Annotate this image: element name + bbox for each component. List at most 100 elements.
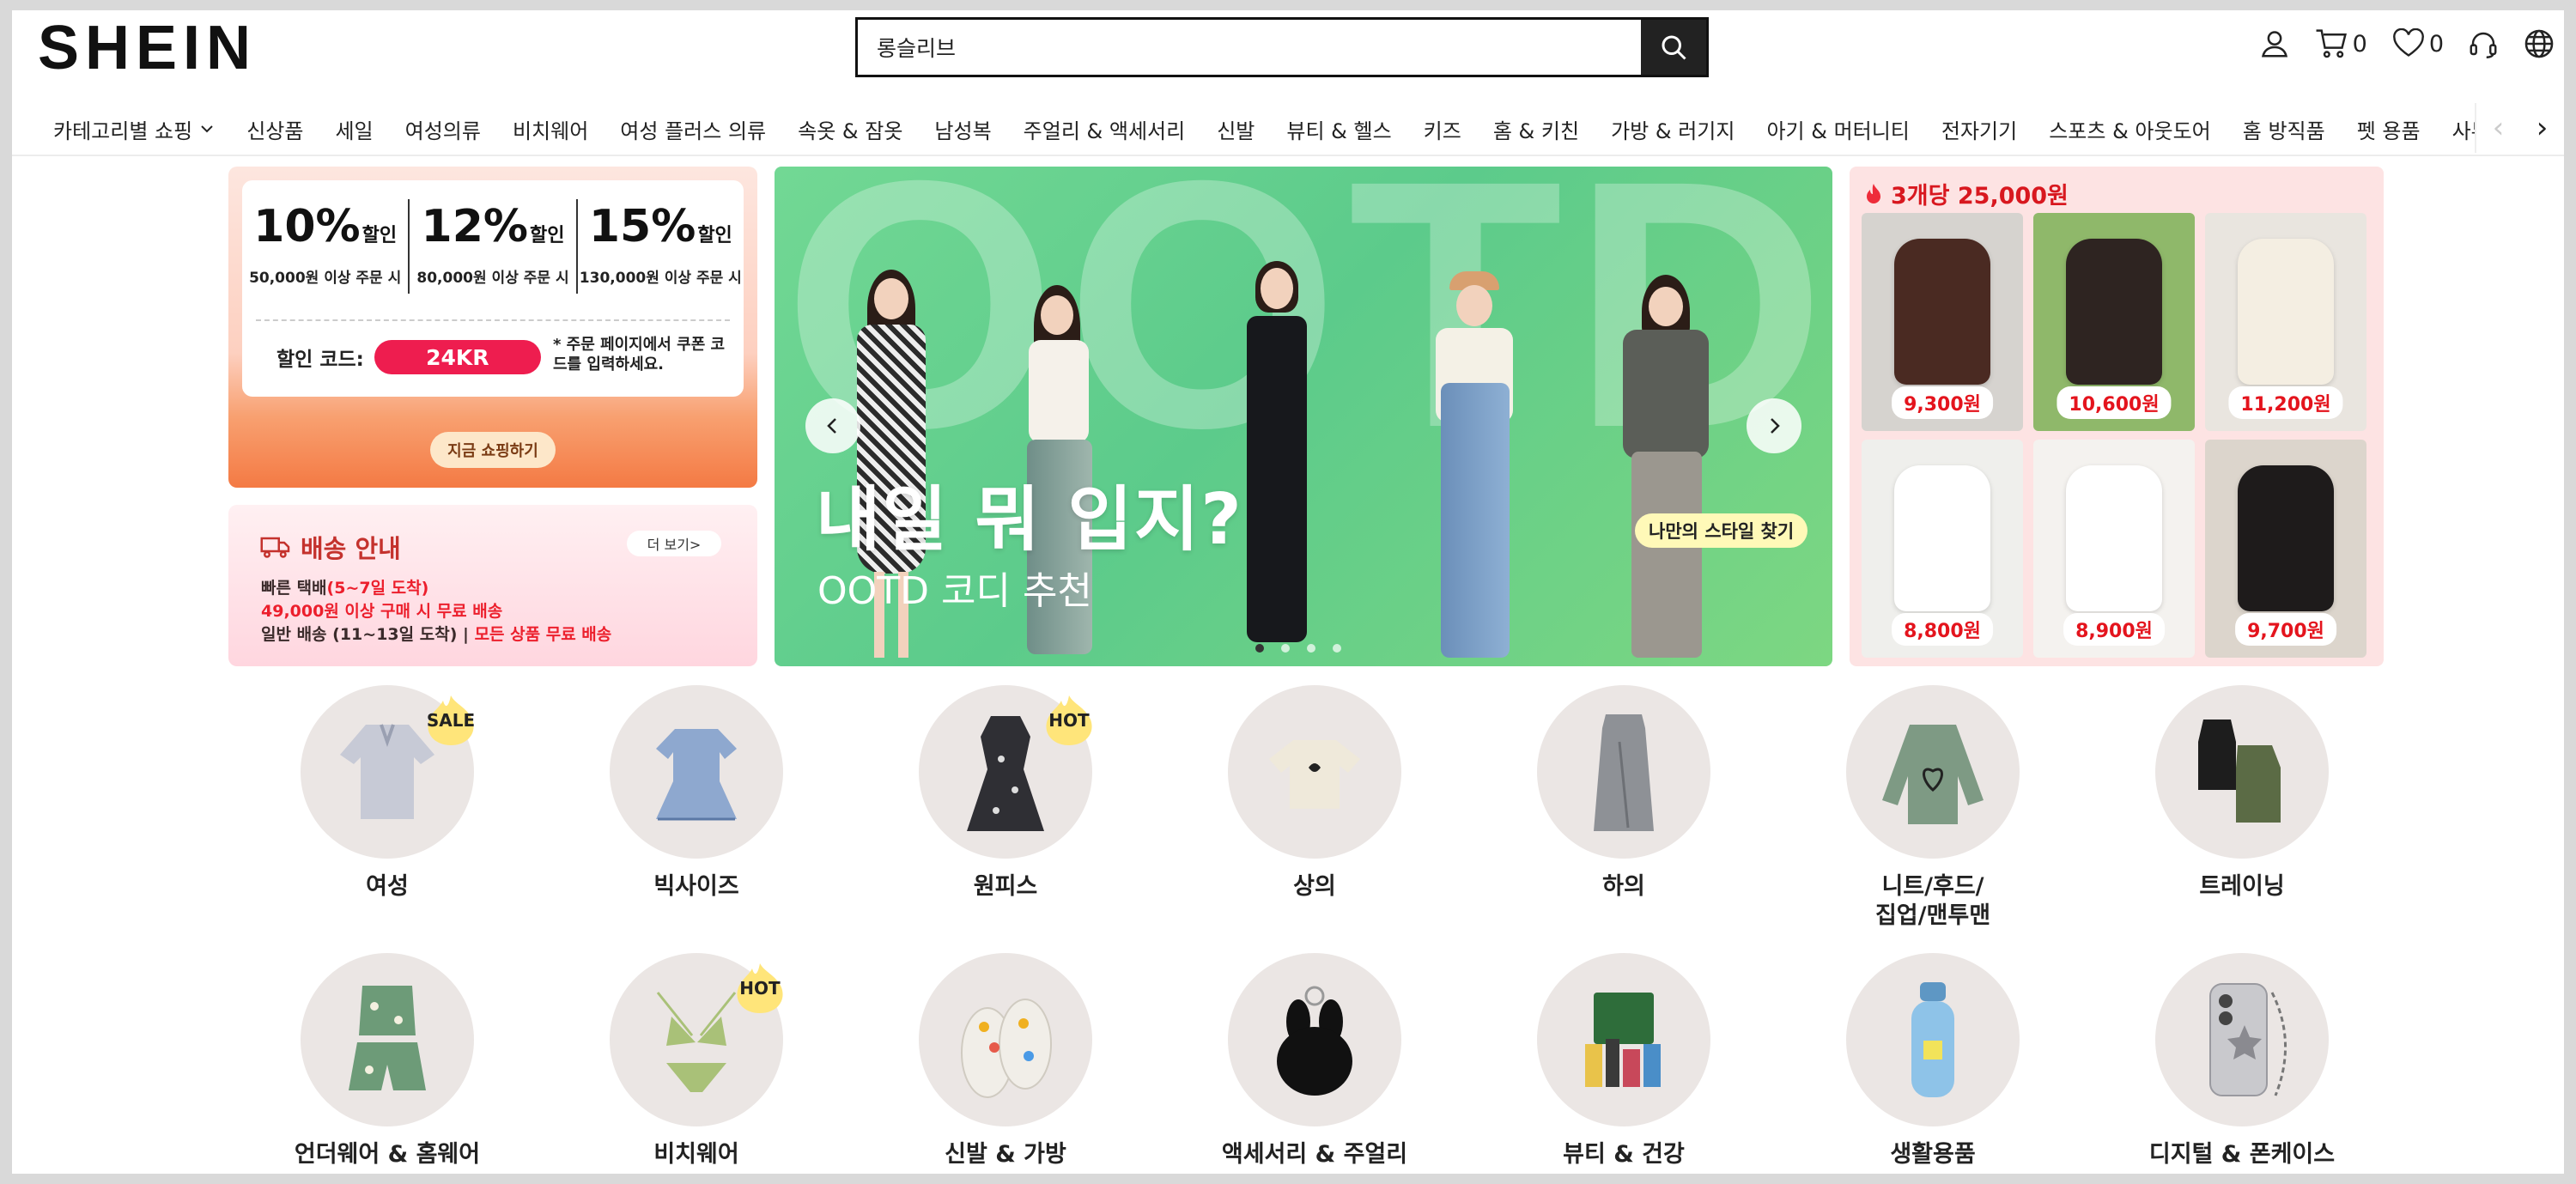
nav-item[interactable]: 홈 방직품	[2243, 114, 2325, 144]
banner-dot[interactable]	[1307, 644, 1315, 653]
category-tile[interactable]: 니트/후드/ 집업/맨투맨	[1795, 685, 2070, 931]
nav-item[interactable]: 뷰티 & 헬스	[1286, 114, 1391, 144]
category-image	[1846, 953, 2020, 1126]
banner-dot[interactable]	[1255, 644, 1264, 653]
nav-item[interactable]: 신상품	[246, 114, 303, 144]
discount-promo-card[interactable]: 10%할인 50,000원 이상 주문 시 12%할인 80,000원 이상 주…	[228, 167, 757, 488]
product-image	[1894, 465, 1990, 611]
category-label: 생활용품	[1890, 1141, 1976, 1168]
nav-item[interactable]: 여성 플러스 의류	[620, 114, 766, 144]
category-tile[interactable]: SALE 여성	[250, 685, 525, 902]
nav-item[interactable]: 가방 & 러기지	[1611, 114, 1735, 144]
nav-item[interactable]: 전자기기	[1941, 114, 2017, 144]
account-button[interactable]	[2258, 27, 2291, 60]
banner-dot[interactable]	[1281, 644, 1290, 653]
nav-item[interactable]: 여성의류	[405, 114, 481, 144]
nav-item[interactable]: 홈 & 키친	[1493, 114, 1579, 144]
category-tile[interactable]: 상의	[1177, 685, 1452, 902]
category-tile[interactable]: 빅사이즈	[559, 685, 834, 902]
category-tile[interactable]: 생활용품	[1795, 953, 2070, 1169]
chevron-left-icon	[827, 418, 836, 434]
hot-badge: HOT	[1042, 694, 1096, 747]
tier-unit: 할인	[361, 225, 398, 246]
bundle-deal-item[interactable]: 9,300원	[1862, 213, 2023, 431]
shipping-standard-free: 모든 상품 무료 배송	[474, 625, 612, 644]
nav-item[interactable]: 비치웨어	[513, 114, 588, 144]
bundle-deal-grid: 9,300원 10,600원 11,200원 8,800원 8,900원 9,700원	[1862, 213, 2366, 658]
bundle-deal-title: 3개당 25,000원	[1865, 177, 2069, 210]
wishlist-count: 0	[2428, 30, 2444, 58]
badge-label: HOT	[1048, 710, 1090, 731]
nav-item[interactable]: 키즈	[1424, 114, 1461, 144]
nav-item[interactable]: 세일	[335, 114, 373, 144]
coupon-note: * 주문 페이지에서 쿠폰 코드를 입력하세요.	[553, 336, 726, 373]
language-button[interactable]	[2523, 27, 2555, 60]
bundle-deal-price: 9,700원	[2235, 613, 2336, 646]
tier-percent: 12%	[421, 201, 528, 252]
category-product-illustration	[1277, 986, 1352, 1096]
nav-item[interactable]: 남성복	[934, 114, 991, 144]
nav-item-label: 전자기기	[1941, 118, 2018, 143]
category-tile[interactable]: HOT 원피스	[868, 685, 1143, 902]
nav-item[interactable]: 스포츠 & 아웃도어	[2049, 114, 2211, 144]
shipping-free-threshold: 49,000원 이상 구매 시 무료 배송	[261, 602, 503, 621]
shipping-title-text: 배송 안내	[301, 534, 401, 563]
bundle-deal-card[interactable]: 3개당 25,000원 9,300원 10,600원 11,200원 8,800원 8,…	[1850, 167, 2384, 666]
search-button[interactable]	[1641, 20, 1706, 75]
category-tile[interactable]: HOT 비치웨어	[559, 953, 834, 1169]
category-tile[interactable]: 액세서리 & 주얼리	[1177, 953, 1452, 1169]
category-image	[610, 685, 783, 859]
nav-item-label: 신발	[1217, 118, 1255, 143]
nav-next-icon[interactable]: ›	[2537, 111, 2549, 145]
nav-item[interactable]: 신발	[1217, 114, 1255, 144]
cart-icon	[2316, 29, 2347, 58]
category-tile[interactable]: 디지털 & 폰케이스	[2105, 953, 2379, 1169]
nav-item-shop-by-category[interactable]: 카테고리별 쇼핑	[53, 114, 215, 144]
sale-badge: SALE	[424, 694, 477, 747]
banner-prev-button[interactable]	[805, 398, 860, 453]
nav-item-label: 스포츠 & 아웃도어	[2049, 118, 2211, 143]
coupon-code-row: 할인 코드: 24KR	[276, 340, 541, 374]
bundle-deal-item[interactable]: 8,800원	[1862, 440, 2023, 658]
shipping-more-button[interactable]: 더 보기>	[627, 531, 721, 556]
category-tile[interactable]: 하의	[1486, 685, 1761, 902]
search-input[interactable]	[858, 20, 1641, 75]
bundle-deal-item[interactable]: 8,900원	[2033, 440, 2195, 658]
nav-item[interactable]: 펫 용품	[2357, 114, 2421, 144]
nav-item-label: 아기 & 머터니티	[1766, 118, 1910, 143]
wishlist-button[interactable]: 0	[2391, 28, 2444, 59]
shein-logo[interactable]: SHEIN	[38, 14, 257, 82]
banner-next-button[interactable]	[1747, 398, 1801, 453]
coupon-code[interactable]: 24KR	[374, 340, 541, 374]
nav-item-label: 가방 & 러기지	[1611, 118, 1735, 143]
nav-item-label: 남성복	[934, 118, 992, 143]
cart-button[interactable]: 0	[2315, 27, 2367, 60]
category-tile[interactable]: 뷰티 & 건강	[1486, 953, 1761, 1169]
nav-item[interactable]: 아기 & 머터니티	[1766, 114, 1909, 144]
browser-viewport: SHEIN 0 0	[12, 10, 2564, 1174]
shipping-info-card[interactable]: 배송 안내 더 보기> 빠른 택배(5~7일 도착) 49,000원 이상 구매…	[228, 505, 757, 666]
bundle-deal-item[interactable]: 11,200원	[2205, 213, 2366, 431]
bundle-deal-item[interactable]: 10,600원	[2033, 213, 2195, 431]
discount-tier: 10%할인 50,000원 이상 주문 시	[242, 199, 410, 294]
hero-banner[interactable]: OOTD 내일 뭐 입지? OOTD 코디 추천 나만의 스타일 찾기	[775, 167, 1832, 666]
bundle-deal-item[interactable]: 9,700원	[2205, 440, 2366, 658]
product-image	[1894, 239, 1990, 385]
nav-item[interactable]: 주얼리 & 액세서리	[1024, 114, 1186, 144]
tier-condition: 130,000원 이상 주문 시	[579, 270, 742, 287]
category-label: 여성	[366, 873, 409, 900]
search-icon	[1662, 35, 1686, 60]
nav-prev-icon[interactable]: ‹	[2493, 111, 2505, 145]
nav-item-label: 홈 & 키친	[1492, 118, 1580, 143]
nav-item[interactable]: 속옷 & 잠옷	[798, 114, 902, 144]
shop-now-button[interactable]: 지금 쇼핑하기	[430, 432, 556, 468]
banner-style-tag[interactable]: 나만의 스타일 찾기	[1635, 513, 1808, 548]
category-tile[interactable]: 트레이닝	[2105, 685, 2379, 902]
coupon-code-label: 할인 코드:	[276, 349, 364, 371]
support-button[interactable]	[2468, 27, 2499, 60]
banner-dot[interactable]	[1333, 644, 1341, 653]
category-tile[interactable]: 신발 & 가방	[868, 953, 1143, 1169]
category-tile[interactable]: 언더웨어 & 홈웨어	[250, 953, 525, 1169]
tier-unit: 할인	[529, 225, 565, 246]
category-product-illustration	[1594, 714, 1654, 831]
